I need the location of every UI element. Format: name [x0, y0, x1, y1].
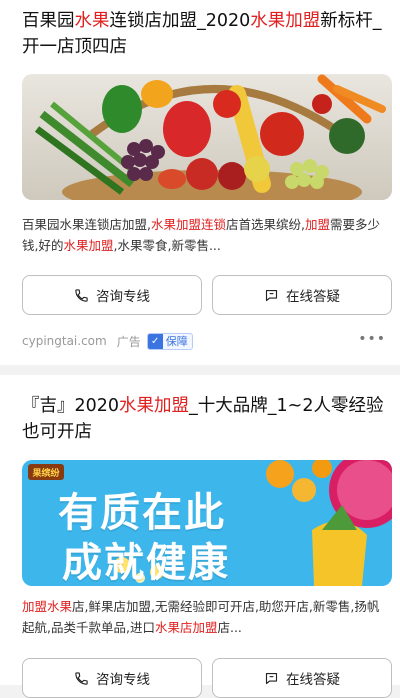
result-title[interactable]: 『吉』2020水果加盟_十大品牌_1~2人零经验也可开店 — [22, 393, 384, 445]
highlighted-keyword: 水果店加盟 — [154, 620, 218, 635]
result-card-1[interactable]: 百果园水果连锁店加盟_2020水果加盟新标杆_开一店顶四店 百果园水果连锁店加盟… — [0, 0, 400, 365]
ad-label: 广告 — [116, 334, 141, 349]
phone-icon — [74, 288, 89, 303]
highlighted-keyword: 加盟水果 — [22, 599, 73, 614]
text-segment: ,水果零食,新零售... — [113, 238, 221, 253]
highlighted-keyword: 水果 — [74, 11, 110, 31]
text-segment: 『吉』2020 — [22, 396, 120, 416]
guarantee-badge[interactable]: ✓ 保障 — [146, 332, 193, 350]
highlighted-keyword: 水果加盟 — [119, 396, 190, 416]
brand-logo: 果缤纷 — [28, 464, 64, 480]
answer-button[interactable]: 在线答疑 — [212, 658, 392, 698]
highlighted-keyword: 水果加盟 — [63, 238, 114, 253]
more-options-icon[interactable]: ••• — [358, 331, 386, 347]
promo-banner[interactable]: 果缤纷 有质在此 成就健康 — [22, 460, 392, 586]
answer-label: 在线答疑 — [286, 289, 340, 305]
fruit-basket-image[interactable] — [22, 74, 392, 200]
text-segment: 百果园水果连锁店加盟, — [22, 217, 151, 232]
phone-icon — [74, 671, 89, 686]
chat-icon — [264, 288, 279, 303]
consult-button[interactable]: 咨询专线 — [22, 275, 202, 315]
consult-button[interactable]: 咨询专线 — [22, 658, 202, 698]
guarantee-label: 保障 — [165, 335, 188, 348]
result-title[interactable]: 百果园水果连锁店加盟_2020水果加盟新标杆_开一店顶四店 — [22, 8, 384, 60]
banner-headline-2: 成就健康 — [62, 540, 230, 586]
text-segment: 店... — [217, 620, 242, 635]
text-segment: 百果园 — [22, 11, 75, 31]
source-domain[interactable]: cypingtai.com — [22, 334, 107, 348]
highlighted-keyword: 加盟 — [304, 217, 330, 232]
result-card-2[interactable]: 『吉』2020水果加盟_十大品牌_1~2人零经验也可开店 果缤纷 有质在此 成就… — [0, 375, 400, 698]
answer-button[interactable]: 在线答疑 — [212, 275, 392, 315]
result-meta: cypingtai.com 广告 ✓ 保障 ••• — [22, 331, 392, 351]
result-description: 百果园水果连锁店加盟,水果加盟连锁店首选果缤纷,加盟需要多少钱,好的水果加盟,水… — [22, 214, 384, 256]
highlighted-keyword: 水果加盟 — [250, 11, 321, 31]
text-segment: 店首选果缤纷, — [226, 217, 305, 232]
shield-check-icon: ✓ — [147, 333, 163, 349]
fruit-basket-illustration — [22, 74, 392, 200]
consult-label: 咨询专线 — [96, 289, 150, 305]
consult-label: 咨询专线 — [96, 672, 150, 688]
text-segment: 连锁店加盟_2020 — [109, 11, 251, 31]
chat-icon — [264, 671, 279, 686]
highlighted-keyword: 水果加盟连锁 — [150, 217, 226, 232]
answer-label: 在线答疑 — [286, 672, 340, 688]
result-description: 加盟水果店,鲜果店加盟,无需经验即可开店,助您开店,新零售,扬帆起航,品类千款单… — [22, 596, 384, 638]
